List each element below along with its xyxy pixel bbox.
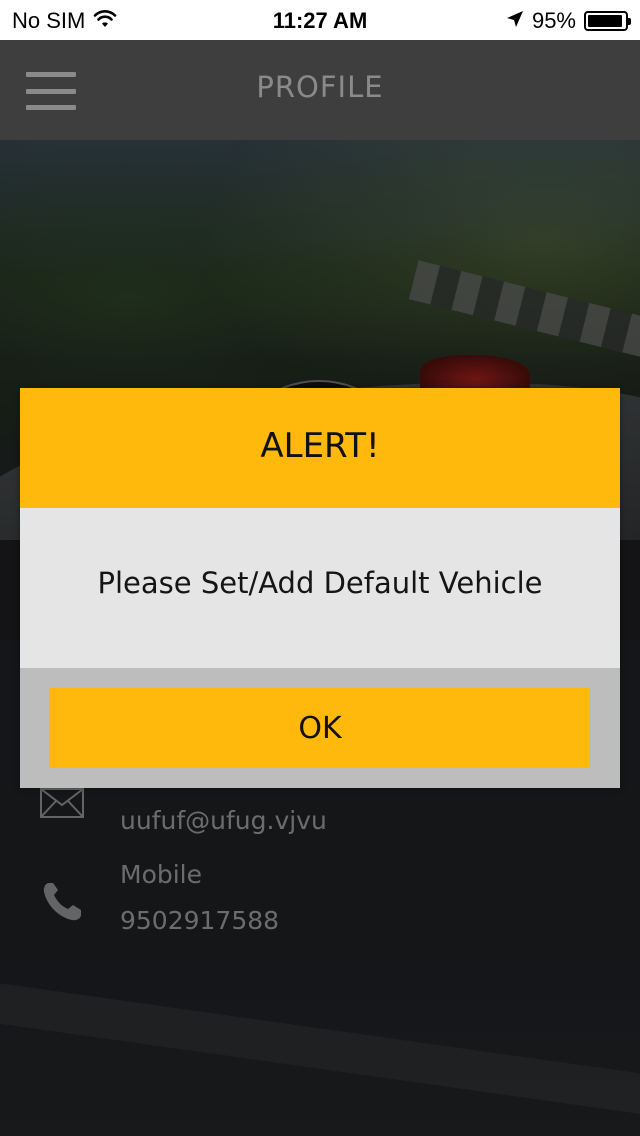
alert-body: Please Set/Add Default Vehicle — [20, 508, 620, 668]
battery-icon — [584, 11, 631, 31]
alert-header: ALERT! — [20, 388, 620, 508]
alert-title: ALERT! — [260, 426, 380, 466]
ok-button[interactable]: OK — [50, 688, 590, 768]
alert-message: Please Set/Add Default Vehicle — [97, 566, 543, 600]
status-bar-right: 95% — [506, 8, 631, 34]
profile-screen: No SIM 11:27 AM 95% PROFILE uufuf@ufug.v… — [0, 0, 640, 1136]
battery-percent: 95% — [531, 8, 576, 33]
app-header: PROFILE — [0, 40, 640, 140]
battery-level-fill — [588, 15, 623, 27]
status-bar: No SIM 11:27 AM 95% — [0, 0, 640, 40]
location-arrow-icon — [506, 8, 524, 34]
alert-dialog: ALERT! Please Set/Add Default Vehicle OK — [20, 388, 620, 788]
page-title: PROFILE — [256, 70, 384, 104]
alert-footer: OK — [20, 668, 620, 788]
